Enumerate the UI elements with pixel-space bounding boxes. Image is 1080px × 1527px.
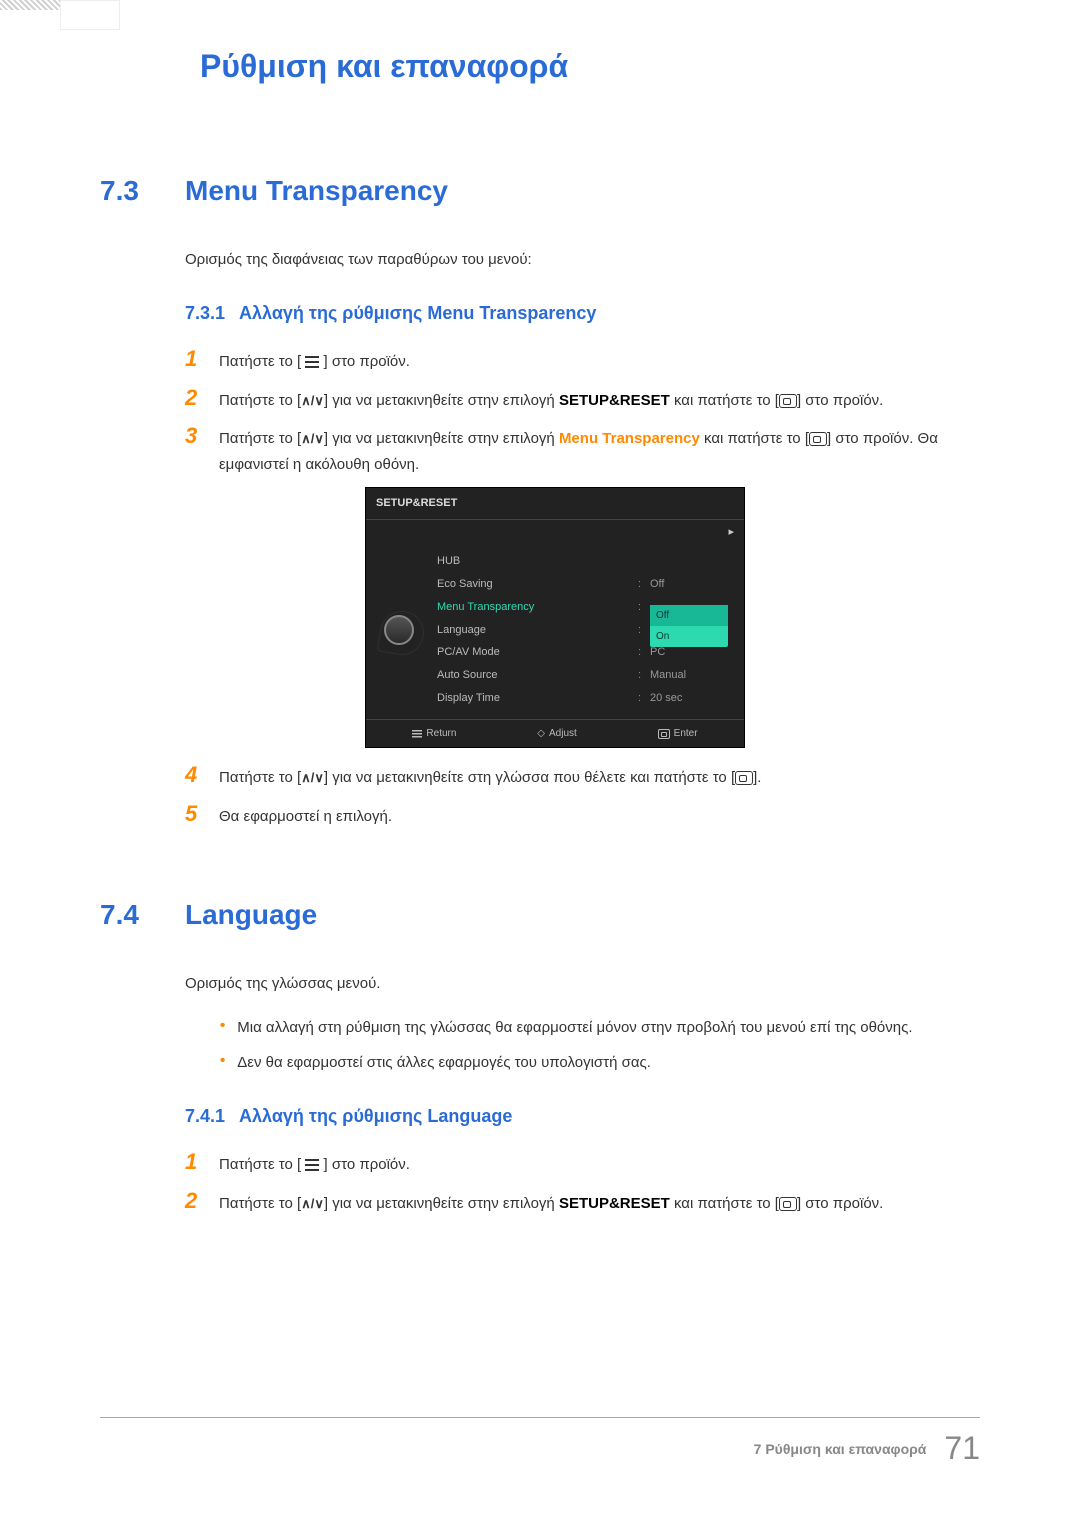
section-intro: Ορισμός της γλώσσας μενού. [185,971,980,997]
osd-title: SETUP&RESET [366,488,744,520]
osd-row-menu-transparency: Menu Transparency: Off On [433,596,734,619]
page-corner-decoration [0,0,130,40]
chapter-title: Ρύθμιση και επαναφορά [200,48,980,85]
step-1: 1 Πατήστε το [ ] στο προϊόν. [185,1149,980,1178]
bullet-1: •Μια αλλαγή στη ρύθμιση της γλώσσας θα ε… [220,1015,980,1041]
osd-dial-icon [376,550,421,709]
section-number: 7.3 [100,175,160,207]
adjust-icon: ◇ [537,725,545,742]
osd-panel: SETUP&RESET ▸ HUB Eco Saving:Off Menu Tr… [365,487,745,748]
page-footer: 7 Ρύθμιση και επαναφορά 71 [100,1417,980,1467]
section-7-4: 7.4 Language Ορισμός της γλώσσας μενού. … [100,899,980,1216]
footer-chapter-label: 7 Ρύθμιση και επαναφορά [754,1441,927,1457]
osd-row-eco: Eco Saving:Off [433,573,734,596]
menu-icon [305,1159,319,1171]
menu-icon [412,730,422,738]
osd-row-auto: Auto Source:Manual [433,664,734,687]
enter-icon [779,394,797,408]
up-down-icon: ∧/∨ [301,390,324,412]
enter-icon [809,432,827,446]
subsection-heading: 7.4.1 Αλλαγή της ρύθμισης Language [185,1101,980,1132]
up-down-icon: ∧/∨ [301,428,324,450]
osd-footer-enter: Enter [658,725,698,742]
menu-icon [305,356,319,368]
section-number: 7.4 [100,899,160,931]
up-down-icon: ∧/∨ [301,1193,324,1215]
step-2: 2 Πατήστε το [∧/∨] για να μετακινηθείτε … [185,385,980,414]
enter-icon [658,729,670,739]
step-5: 5 Θα εφαρμοστεί η επιλογή. [185,801,980,830]
osd-footer-return: Return [412,725,456,742]
subsection-heading: 7.3.1 Αλλαγή της ρύθμισης Menu Transpare… [185,298,980,329]
step-3: 3 Πατήστε το [∧/∨] για να μετακινηθείτε … [185,423,980,477]
up-down-icon: ∧/∨ [301,767,324,789]
section-7-3: 7.3 Menu Transparency Ορισμός της διαφάν… [100,175,980,829]
osd-arrow-icon: ▸ [366,520,744,545]
section-title: Language [185,899,317,931]
osd-options-popup: Off On [650,605,728,647]
step-4: 4 Πατήστε το [∧/∨] για να μετακινηθείτε … [185,762,980,791]
step-2: 2 Πατήστε το [∧/∨] για να μετακινηθείτε … [185,1188,980,1217]
footer-page-number: 71 [944,1430,980,1467]
bullet-2: •Δεν θα εφαρμοστεί στις άλλες εφαρμογές … [220,1050,980,1076]
osd-row-display-time: Display Time:20 sec [433,687,734,710]
step-1: 1 Πατήστε το [ ] στο προϊόν. [185,346,980,375]
enter-icon [735,771,753,785]
osd-footer-adjust: ◇Adjust [537,725,577,742]
enter-icon [779,1197,797,1211]
section-intro: Ορισμός της διαφάνειας των παραθύρων του… [185,247,980,273]
section-title: Menu Transparency [185,175,448,207]
osd-row-hub: HUB [433,550,734,573]
